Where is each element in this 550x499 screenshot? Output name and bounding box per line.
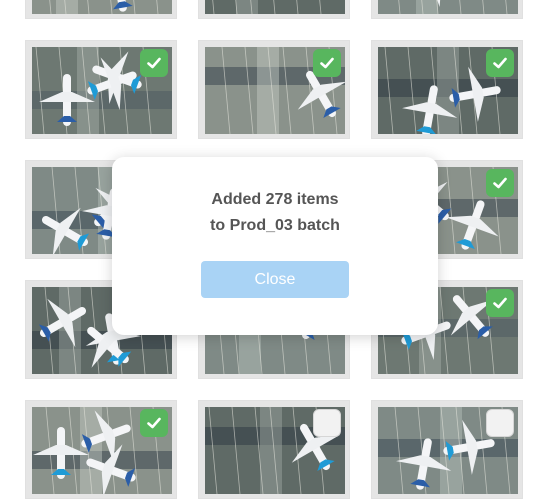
checkmark-icon xyxy=(145,414,163,432)
checkbox-unchecked[interactable] xyxy=(313,409,341,437)
aerial-airport-photo xyxy=(378,0,518,14)
image-tile[interactable] xyxy=(25,40,177,139)
image-tile[interactable] xyxy=(371,40,523,139)
checkbox-unchecked[interactable] xyxy=(486,409,514,437)
checkbox-checked[interactable] xyxy=(313,49,341,77)
checkmark-icon xyxy=(145,54,163,72)
image-tile[interactable] xyxy=(198,400,350,499)
checkbox-checked[interactable] xyxy=(486,169,514,197)
checkbox-checked[interactable] xyxy=(486,49,514,77)
checkbox-checked[interactable] xyxy=(140,49,168,77)
image-tile[interactable] xyxy=(198,40,350,139)
dialog-message-line-2: to Prod_03 batch xyxy=(210,217,340,234)
aerial-airport-photo xyxy=(32,0,172,14)
image-tile[interactable] xyxy=(371,400,523,499)
image-tile[interactable] xyxy=(25,0,177,19)
image-tile[interactable] xyxy=(198,0,350,19)
checkmark-icon xyxy=(491,294,509,312)
image-tile[interactable] xyxy=(25,400,177,499)
checkbox-checked[interactable] xyxy=(140,409,168,437)
confirmation-dialog: Added 278 items to Prod_03 batch Close xyxy=(112,157,438,335)
dialog-message: Added 278 items to Prod_03 batch xyxy=(112,187,438,239)
aerial-airport-photo xyxy=(205,0,345,14)
checkbox-checked[interactable] xyxy=(486,289,514,317)
image-tile[interactable] xyxy=(371,0,523,19)
close-button[interactable]: Close xyxy=(201,261,349,298)
checkmark-icon xyxy=(491,174,509,192)
checkmark-icon xyxy=(318,54,336,72)
dialog-message-line-1: Added 278 items xyxy=(211,191,339,208)
checkmark-icon xyxy=(491,54,509,72)
